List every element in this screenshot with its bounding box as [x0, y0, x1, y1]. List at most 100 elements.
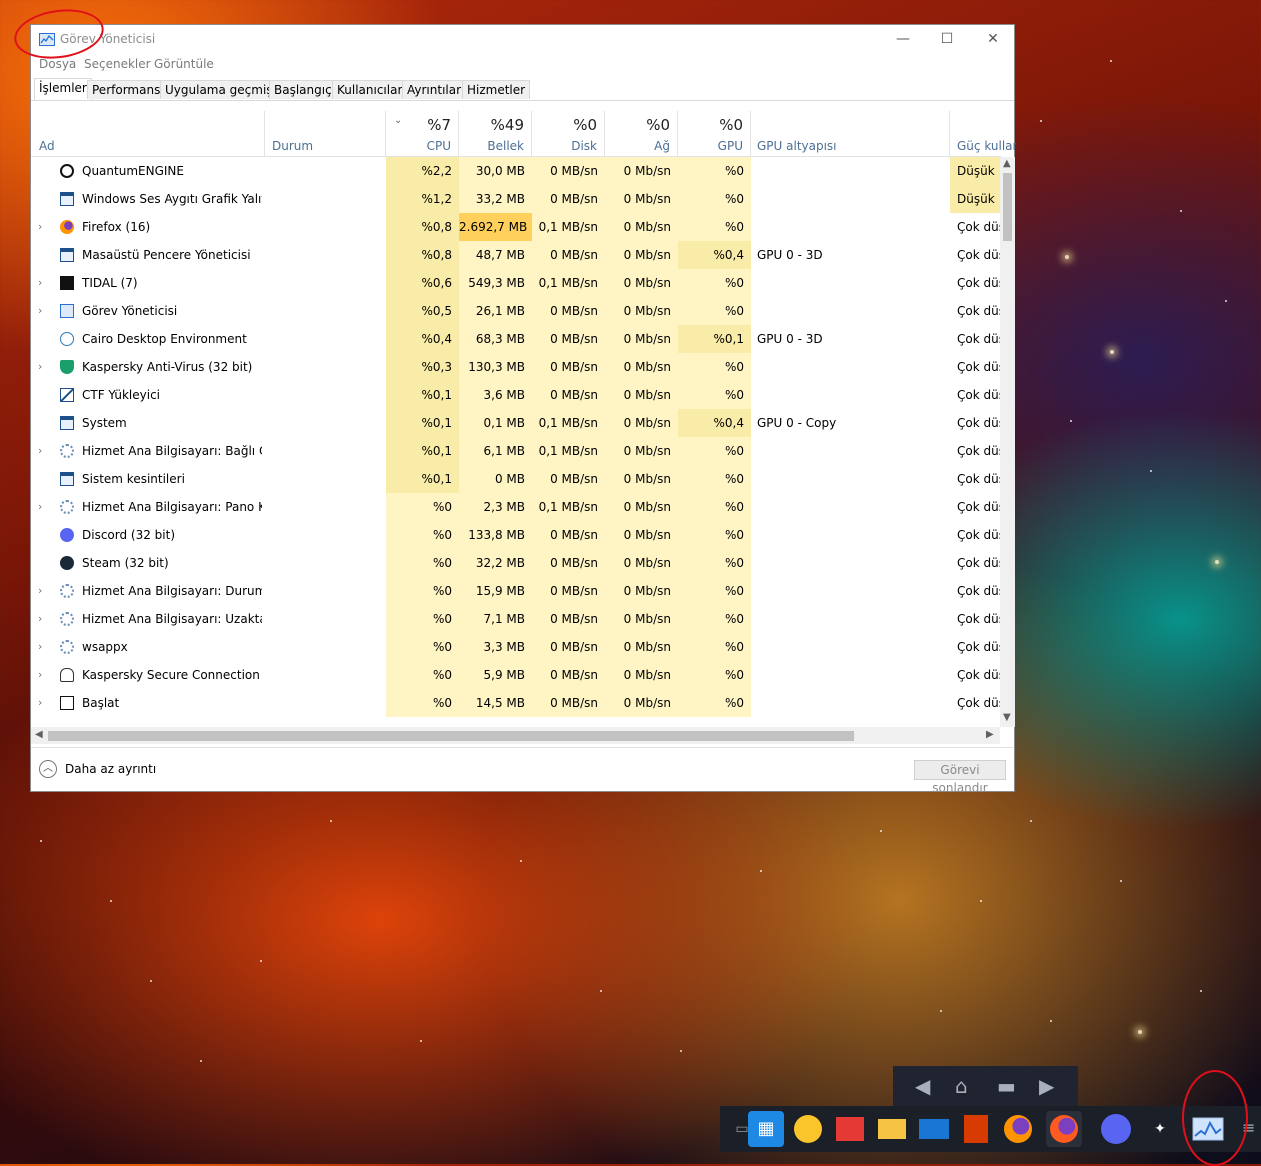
expand-chevron-icon[interactable]: › — [38, 297, 42, 325]
column-header-memory[interactable]: %49 Bellek — [459, 111, 532, 157]
expand-chevron-icon[interactable]: › — [38, 605, 42, 633]
back-arrow-icon[interactable]: ◀ — [915, 1074, 930, 1098]
tab-performance[interactable]: Performans — [87, 80, 166, 99]
table-row[interactable]: › Firefox (16) %0,8 2.692,7 MB 0,1 MB/sn 0 Mb… — [31, 213, 1001, 241]
tab-details[interactable]: Ayrıntılar — [402, 80, 467, 99]
less-details-link[interactable]: Daha az ayrıntı — [65, 762, 156, 776]
table-row[interactable]: Steam (32 bit) %0 32,2 MB 0 MB/sn 0 Mb/sn %0 Ç… — [31, 549, 1001, 577]
table-row[interactable]: ›Hizmet Ana Bilgisayarı: Uzaktan ...%07,… — [31, 605, 1001, 633]
minimize-button[interactable]: — — [880, 25, 926, 55]
tab-startup[interactable]: Başlangıç — [269, 80, 337, 99]
gpu-cell: %0 — [678, 493, 751, 521]
expand-chevron-icon[interactable]: › — [38, 437, 42, 465]
tidal-icon[interactable]: ✦ — [1142, 1111, 1178, 1147]
table-row[interactable]: Sistem kesintileri %0,1 0 MB 0 MB/sn 0 Mb/sn… — [31, 465, 1001, 493]
expand-chevron-icon[interactable]: › — [38, 661, 42, 689]
table-row[interactable]: ›Hizmet Ana Bilgisayarı: Pano Ku...%02,3… — [31, 493, 1001, 521]
ctf-pen-icon — [60, 388, 74, 402]
explorer-nav-bar: ◀ ⌂ ▬ ▶ — [893, 1066, 1078, 1106]
maximize-button[interactable]: ☐ — [924, 25, 970, 55]
firefox-icon[interactable] — [1000, 1111, 1036, 1147]
power-usage-cell: Çok düş — [957, 640, 1001, 654]
power-usage-cell: Çok düş — [957, 584, 1001, 598]
mail-icon[interactable] — [916, 1111, 952, 1147]
weather-icon[interactable] — [790, 1111, 826, 1147]
discord-icon[interactable] — [1098, 1111, 1134, 1147]
table-row[interactable]: › Hizmet Ana Bilgisayarı: Bağlı Ci... %0,1… — [31, 437, 1001, 465]
table-row[interactable]: Masaüstü Pencere Yöneticisi %0,8 48,7 MB 0 … — [31, 241, 1001, 269]
table-row[interactable]: System %0,1 0,1 MB 0,1 MB/sn 0 Mb/sn %0,4 GPU … — [31, 409, 1001, 437]
scroll-right-icon[interactable]: ▶ — [986, 729, 994, 740]
disk-cell: 0,1 MB/sn — [532, 437, 605, 465]
title-bar[interactable]: Görev Yöneticisi — ☐ ✕ — [31, 25, 1014, 55]
gpu-engine-cell — [757, 157, 947, 185]
gpu-cell: %0 — [678, 689, 751, 717]
gpu-engine-cell: GPU 0 - Copy — [757, 416, 837, 430]
gpu-cell: %0 — [678, 381, 751, 409]
column-header-name[interactable]: Ad — [31, 111, 265, 157]
table-row[interactable]: › wsappx %0 3,3 MB 0 MB/sn 0 Mb/sn %0 Çok düş — [31, 633, 1001, 661]
column-header-disk[interactable]: %0 Disk — [532, 111, 605, 157]
expand-chevron-icon[interactable]: › — [38, 689, 42, 717]
news-icon[interactable] — [832, 1111, 868, 1147]
horizontal-scroll-thumb[interactable] — [48, 731, 854, 741]
vertical-scrollbar[interactable]: ▲ ▼ — [1000, 157, 1015, 727]
table-row[interactable]: ›Kaspersky Secure Connection (3...%05,9 … — [31, 661, 1001, 689]
expand-chevron-icon[interactable]: › — [38, 633, 42, 661]
menu-options[interactable]: Seçenekler — [84, 57, 151, 71]
table-row[interactable]: › Görev Yöneticisi %0,5 26,1 MB 0 MB/sn 0 Mb/… — [31, 297, 1001, 325]
disk-cell: 0 MB/sn — [532, 381, 605, 409]
expand-chevron-icon[interactable]: › — [38, 213, 42, 241]
network-cell: 0 Mb/sn — [605, 381, 678, 409]
table-row[interactable]: Windows Ses Aygıtı Grafik Yalıtı... %1,2 3… — [31, 185, 1001, 213]
firefox-dev-icon[interactable] — [1046, 1111, 1082, 1147]
expand-chevron-icon[interactable]: › — [38, 353, 42, 381]
column-header-network[interactable]: %0 Ağ — [605, 111, 678, 157]
vertical-scroll-thumb[interactable] — [1003, 173, 1012, 241]
table-row[interactable]: CTF Yükleyici %0,1 3,6 MB 0 MB/sn 0 Mb/sn %0 Ç… — [31, 381, 1001, 409]
expand-chevron-icon[interactable]: › — [38, 493, 42, 521]
file-explorer-icon[interactable] — [874, 1111, 910, 1147]
table-row[interactable]: › Başlat %0 14,5 MB 0 MB/sn 0 Mb/sn %0 Çok düş — [31, 689, 1001, 717]
expand-chevron-icon[interactable]: › — [38, 577, 42, 605]
column-header-cpu[interactable]: ⌄ %7 CPU — [386, 111, 459, 157]
collapse-icon[interactable]: ︿ — [39, 760, 57, 778]
column-header-status[interactable]: Durum — [265, 111, 386, 157]
scroll-left-icon[interactable]: ◀ — [35, 729, 43, 740]
column-header-gpu-engine[interactable]: GPU altyapısı — [751, 111, 950, 157]
scroll-up-icon[interactable]: ▲ — [1003, 158, 1011, 169]
column-header-power[interactable]: Güç kullanı — [950, 111, 1016, 157]
process-name: QuantumENGINE — [82, 164, 184, 178]
expand-chevron-icon[interactable]: › — [38, 269, 42, 297]
taskbar: ▭ ▦ ✦ ≡ — [720, 1106, 1261, 1152]
memory-cell: 48,7 MB — [459, 241, 532, 269]
horizontal-scrollbar[interactable]: ◀ ▶ — [31, 727, 1000, 744]
table-row[interactable]: Discord (32 bit) %0 133,8 MB 0 MB/sn 0 Mb/sn… — [31, 521, 1001, 549]
tab-users[interactable]: Kullanıcılar — [332, 80, 408, 99]
table-row[interactable]: › Kaspersky Anti-Virus (32 bit) %0,3 130,3 … — [31, 353, 1001, 381]
scroll-down-icon[interactable]: ▼ — [1003, 712, 1011, 723]
table-row[interactable]: QuantumENGINE %2,2 30,0 MB 0 MB/sn 0 Mb/sn %0… — [31, 157, 1001, 185]
tab-app-history[interactable]: Uygulama geçmişi — [160, 80, 281, 99]
memory-cell: 5,9 MB — [459, 661, 532, 689]
column-header-gpu[interactable]: %0 GPU — [678, 111, 751, 157]
cpu-cell: %0,1 — [386, 409, 459, 437]
steam-icon — [60, 556, 74, 570]
gpu-cell: %0 — [678, 549, 751, 577]
tab-processes[interactable]: İşlemler — [34, 78, 92, 100]
folder-icon[interactable]: ▬ — [997, 1074, 1016, 1098]
end-task-button[interactable]: Görevi sonlandır — [914, 760, 1006, 795]
gpu-cell: %0 — [678, 437, 751, 465]
tab-services[interactable]: Hizmetler — [462, 80, 531, 99]
office-icon[interactable] — [958, 1111, 994, 1147]
power-usage-cell: Çok düş — [957, 696, 1001, 710]
menu-file[interactable]: Dosya — [39, 57, 76, 71]
forward-arrow-icon[interactable]: ▶ — [1039, 1074, 1054, 1098]
table-row[interactable]: Cairo Desktop Environment %0,4 68,3 MB 0 MB… — [31, 325, 1001, 353]
calendar-icon[interactable]: ▦ — [748, 1111, 784, 1147]
table-row[interactable]: › TIDAL (7) %0,6 549,3 MB 0,1 MB/sn 0 Mb/sn %0… — [31, 269, 1001, 297]
home-icon[interactable]: ⌂ — [955, 1074, 968, 1098]
close-button[interactable]: ✕ — [970, 25, 1016, 55]
table-row[interactable]: › Hizmet Ana Bilgisayarı: Durum ... %0 15,9… — [31, 577, 1001, 605]
menu-view[interactable]: Görüntüle — [154, 57, 214, 71]
